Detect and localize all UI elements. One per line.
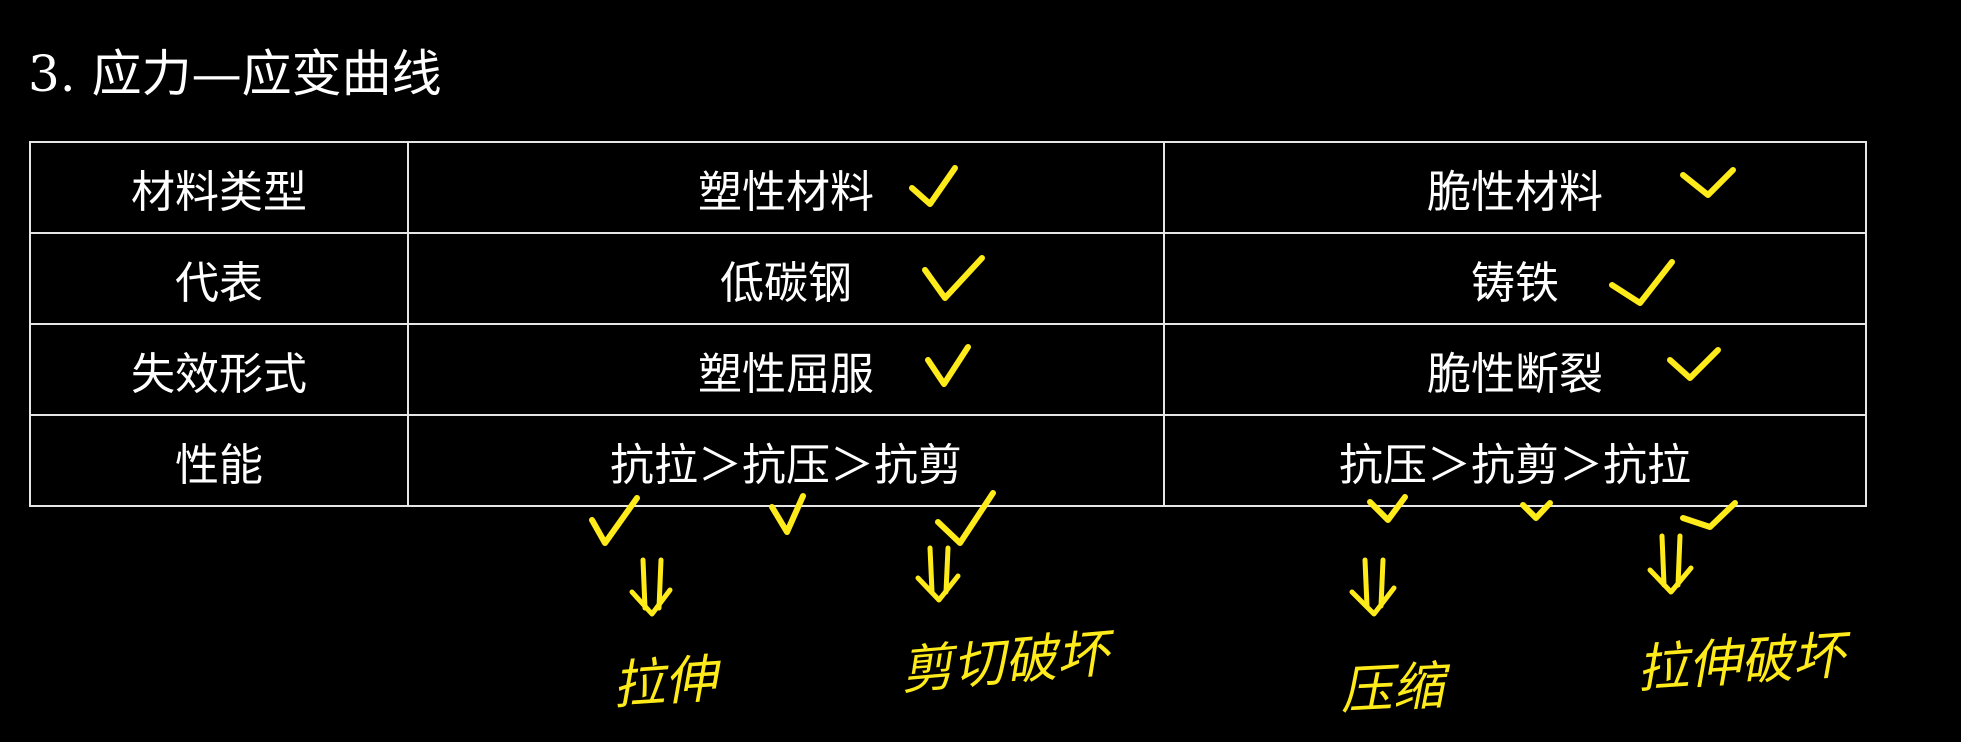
annotation-tensile-failure: 拉伸破坏 bbox=[1634, 625, 1847, 701]
double-down-arrow-icon bbox=[915, 545, 961, 603]
double-down-arrow-icon bbox=[629, 557, 673, 617]
annotation-tension: 拉伸 bbox=[610, 649, 719, 717]
page-title: 3. 应力—应变曲线 bbox=[28, 45, 442, 103]
row-label-material-type: 材料类型 bbox=[29, 141, 409, 234]
cell-brittle-failure: 脆性断裂 bbox=[1163, 323, 1867, 416]
table-row-performance: 性能 抗拉＞抗压＞抗剪 抗压＞抗剪＞抗拉 bbox=[29, 414, 1867, 507]
table-row-representative: 代表 低碳钢 铸铁 bbox=[29, 232, 1867, 325]
cell-brittle-material: 脆性材料 bbox=[1163, 141, 1867, 234]
table-row-material-type: 材料类型 塑性材料 脆性材料 bbox=[29, 141, 1867, 234]
cell-plastic-failure: 塑性屈服 bbox=[407, 323, 1165, 416]
double-down-arrow-icon bbox=[1647, 533, 1694, 595]
cell-plastic-performance: 抗拉＞抗压＞抗剪 bbox=[407, 414, 1165, 507]
cell-plastic-representative: 低碳钢 bbox=[407, 232, 1165, 325]
annotation-compression: 压缩 bbox=[1338, 656, 1446, 722]
cell-brittle-performance: 抗压＞抗剪＞抗拉 bbox=[1163, 414, 1867, 507]
annotation-shear-failure: 剪切破坏 bbox=[898, 624, 1111, 702]
double-down-arrow-icon bbox=[1349, 557, 1397, 617]
row-label-representative: 代表 bbox=[29, 232, 409, 325]
row-label-failure-mode: 失效形式 bbox=[29, 323, 409, 416]
cell-plastic-material: 塑性材料 bbox=[407, 141, 1165, 234]
row-label-performance: 性能 bbox=[29, 414, 409, 507]
table-row-failure-mode: 失效形式 塑性屈服 脆性断裂 bbox=[29, 323, 1867, 416]
cell-brittle-representative: 铸铁 bbox=[1163, 232, 1867, 325]
material-comparison-table: 材料类型 塑性材料 脆性材料 代表 低碳钢 铸铁 失效形式 塑性屈服 脆性断裂 … bbox=[29, 141, 1867, 507]
